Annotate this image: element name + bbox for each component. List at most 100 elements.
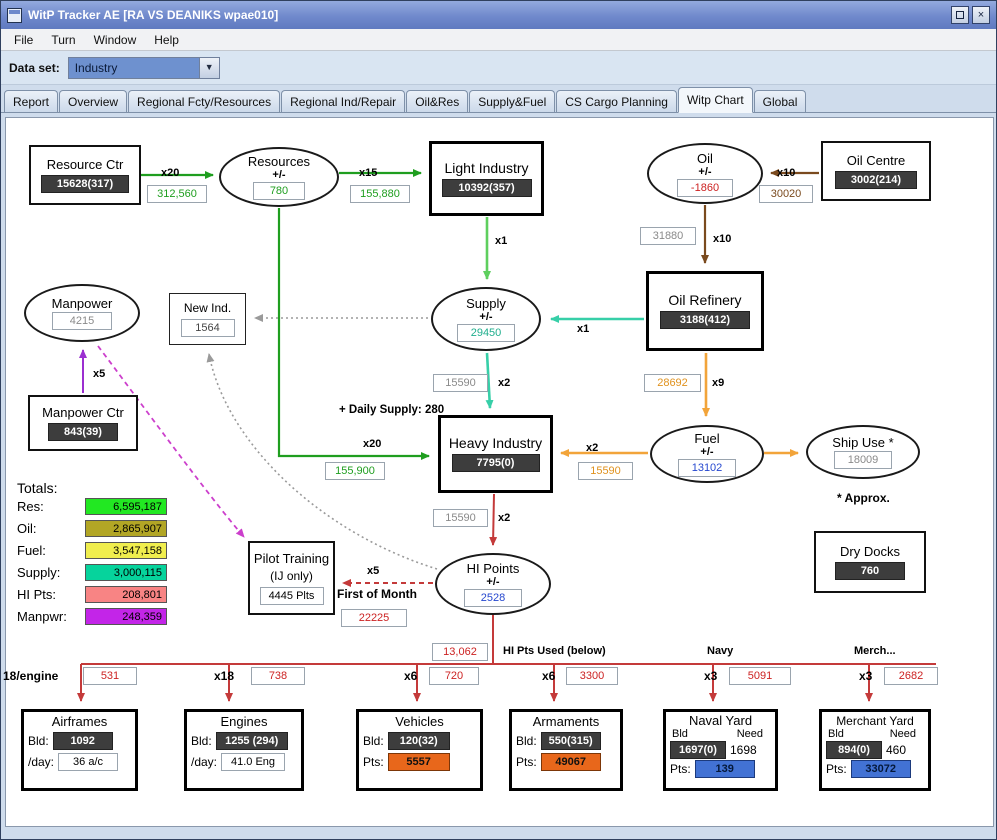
edge-oil-refinery-mult: x10	[713, 233, 732, 245]
tab-report[interactable]: Report	[4, 90, 59, 112]
totals-fuel-value: 3,547,158	[85, 542, 167, 559]
tab-witp-chart[interactable]: Witp Chart	[677, 87, 753, 113]
edge-fuel-heavy-mult: x2	[586, 442, 599, 454]
tab-global[interactable]: Global	[753, 90, 807, 112]
pts-value: 49067	[540, 753, 601, 771]
menu-turn[interactable]: Turn	[42, 31, 84, 49]
menu-window[interactable]: Window	[85, 31, 146, 49]
edge-fuel-heavy-value: 15590	[578, 462, 633, 480]
node-supply: Supply +/- 29450	[431, 287, 541, 351]
dataset-combobox[interactable]: Industry ▼	[67, 56, 220, 79]
totals-res-value: 6,595,187	[85, 498, 167, 515]
node-subtitle: +/-	[698, 165, 712, 178]
node-title: Light Industry	[444, 159, 529, 176]
edge-oilcentre-oil-value: 30020	[759, 185, 813, 203]
dist-naval-mult: x3	[704, 669, 718, 683]
factory-title: Vehicles	[395, 714, 444, 729]
need-header: Need	[889, 728, 916, 740]
node-pilot-training: Pilot Training (IJ only) 4445 Plts	[248, 541, 335, 615]
node-value: 18009	[834, 451, 892, 469]
node-title: Oil Refinery	[668, 292, 742, 308]
tab-oil-res[interactable]: Oil&Res	[406, 90, 469, 112]
merch-label: Merch...	[854, 645, 896, 657]
totals-title: Totals:	[17, 480, 58, 496]
node-value: -1860	[677, 178, 733, 197]
tab-regional-ind-repair[interactable]: Regional Ind/Repair	[281, 90, 406, 112]
dist-naval-value: 5091	[729, 667, 791, 685]
bld-header: Bld	[672, 728, 688, 740]
node-resources: Resources +/- 780	[219, 147, 339, 207]
hi-used-label: HI Pts Used (below)	[503, 645, 606, 657]
node-title: Resources	[247, 154, 311, 169]
close-icon: ×	[977, 9, 985, 21]
bld-label: Bld:	[191, 734, 212, 748]
window-title: WitP Tracker AE [RA VS DEANIKS wpae010]	[28, 8, 279, 22]
node-value: 843(39)	[48, 423, 118, 441]
totals-manpwr-label: Manpwr:	[17, 609, 67, 624]
edge-resources-heavy-mult: x20	[363, 438, 382, 450]
tab-cs-cargo-planning[interactable]: CS Cargo Planning	[556, 90, 677, 112]
menu-file[interactable]: File	[5, 31, 42, 49]
first-of-month-label: First of Month	[337, 587, 417, 601]
node-value: 3188(412)	[660, 311, 750, 329]
edge-hi-pilot-mult: x5	[367, 565, 380, 577]
dataset-label: Data set:	[9, 60, 60, 75]
bld-value: 1255 (294)	[215, 732, 288, 750]
node-value: 1564	[180, 319, 235, 337]
node-value: 4445 Plts	[259, 587, 324, 605]
node-title: Resource Ctr	[46, 157, 124, 172]
tab-regional-fcty-resources[interactable]: Regional Fcty/Resources	[128, 90, 281, 112]
node-value: 13102	[678, 459, 736, 477]
edge-refinery-fuel-value: 28692	[644, 374, 701, 392]
edge-oil-refinery-value: 31880	[640, 227, 696, 245]
tab-overview[interactable]: Overview	[59, 90, 128, 112]
window-controls: ×	[951, 6, 990, 24]
node-oil-refinery: Oil Refinery 3188(412)	[646, 271, 764, 351]
tab-supply-fuel[interactable]: Supply&Fuel	[469, 90, 556, 112]
menu-help[interactable]: Help	[145, 31, 188, 49]
node-value: 15628(317)	[41, 175, 129, 193]
edge-refinery-supply-mult: x1	[577, 323, 590, 335]
node-value: 7795(0)	[451, 454, 540, 472]
title-bar[interactable]: WitP Tracker AE [RA VS DEANIKS wpae010] …	[1, 1, 996, 29]
node-subtitle: +/-	[479, 311, 493, 323]
node-manpower: Manpower 4215	[24, 284, 140, 342]
node-manpower-ctr: Manpower Ctr 843(39)	[28, 395, 138, 451]
node-title: New Ind.	[183, 301, 232, 315]
dist-armaments-mult: x6	[542, 669, 556, 683]
bld-header: Bld	[828, 728, 844, 740]
node-new-ind: New Ind. 1564	[169, 293, 246, 345]
navy-label: Navy	[707, 645, 734, 657]
pts-label: Pts:	[826, 762, 847, 776]
edge-oilcentre-oil-mult: x10	[777, 167, 796, 179]
node-oil-centre: Oil Centre 3002(214)	[821, 141, 931, 201]
node-title: Dry Docks	[840, 544, 900, 559]
app-window: WitP Tracker AE [RA VS DEANIKS wpae010] …	[0, 0, 997, 840]
edge-resctr-resources-value: 312,560	[147, 185, 207, 203]
node-fuel: Fuel +/- 13102	[650, 425, 764, 483]
node-heavy-industry: Heavy Industry 7795(0)	[438, 415, 553, 493]
node-title: Oil Centre	[846, 153, 906, 168]
pts-label: Pts:	[363, 755, 384, 769]
dataset-row: Data set: Industry ▼	[1, 51, 996, 85]
maximize-button[interactable]	[951, 6, 969, 24]
node-engines: Engines Bld: 1255 (294) /day: 41.0 Eng	[184, 709, 304, 791]
need-header: Need	[736, 728, 763, 740]
node-armaments: Armaments Bld: 550(315) Pts: 49067	[509, 709, 623, 791]
node-subtitle: +/-	[272, 169, 286, 181]
app-icon	[7, 7, 22, 23]
bld-value: 120(32)	[387, 732, 450, 750]
edge-refinery-fuel-mult: x9	[712, 377, 725, 389]
edge-heavy-hi-value: 15590	[433, 509, 488, 527]
dist-airframes-mult: 18/engine	[3, 669, 59, 683]
day-label: /day:	[28, 755, 55, 769]
ship-use-approx-note: * Approx.	[837, 491, 890, 505]
bld-label: Bld:	[363, 734, 384, 748]
node-title: Oil	[697, 150, 713, 166]
totals-hipts-label: HI Pts:	[17, 587, 57, 602]
close-button[interactable]: ×	[972, 6, 990, 24]
need-value: 460	[886, 743, 907, 757]
totals-supply-label: Supply:	[17, 565, 61, 580]
dataset-dropdown-button[interactable]: ▼	[198, 57, 219, 78]
bld-value: 1092	[52, 732, 113, 750]
